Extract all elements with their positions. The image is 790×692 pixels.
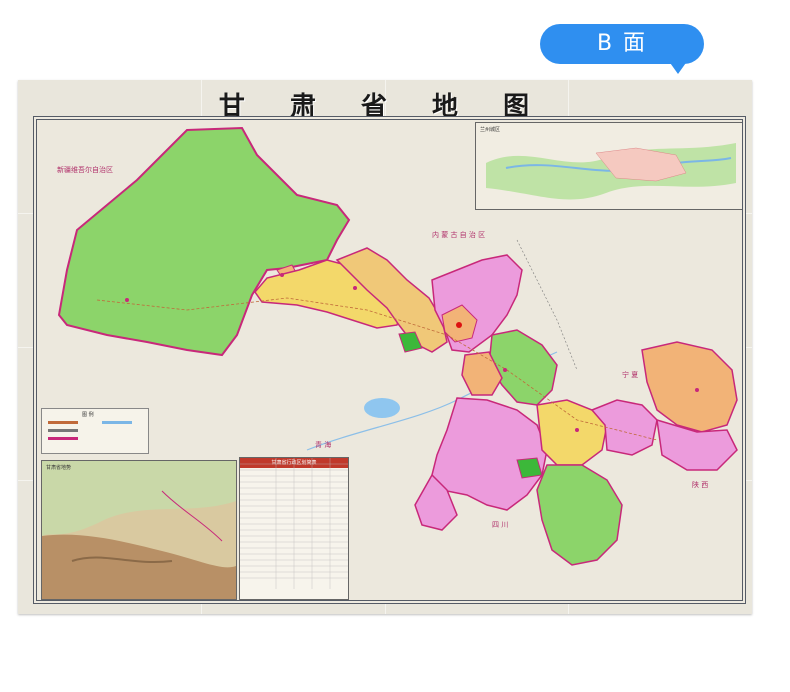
qinghai-lake bbox=[364, 398, 400, 418]
relief-title: 甘肃省地势 bbox=[46, 465, 72, 471]
city-dot bbox=[695, 388, 699, 392]
map-frame: 新疆维吾尔自治区 内 蒙 古 自 治 区 青 海 四 川 陕 西 宁 夏 兰州城… bbox=[33, 116, 746, 604]
label-ningxia: 宁 夏 bbox=[622, 371, 639, 379]
city-dot bbox=[280, 273, 284, 277]
legend-swatch bbox=[102, 421, 132, 424]
city-map-title: 兰州城区 bbox=[480, 127, 501, 133]
inset-legend: 图 例 bbox=[41, 408, 149, 454]
inset-admin-table: 甘肃省行政区划简表 bbox=[239, 457, 349, 600]
side-badge: B 面 bbox=[540, 24, 704, 64]
capital-dot bbox=[456, 322, 462, 328]
city-dot bbox=[575, 428, 579, 432]
inset-relief: 甘肃省地势 bbox=[41, 460, 237, 600]
region-enclave bbox=[516, 457, 543, 479]
label-sichuan: 四 川 bbox=[492, 521, 509, 529]
city-dot bbox=[353, 286, 357, 290]
legend-swatch bbox=[48, 437, 78, 440]
label-xinjiang: 新疆维吾尔自治区 bbox=[57, 166, 113, 174]
inset-city-map: 兰州城区 bbox=[475, 122, 742, 210]
admin-table-rows bbox=[240, 458, 348, 589]
city-dot bbox=[125, 298, 129, 302]
city-dot bbox=[503, 368, 507, 372]
label-shaanxi: 陕 西 bbox=[692, 481, 709, 489]
map-sheet: 甘 肃 省 地 图 新疆维吾尔自治区 内 蒙 古 自 治 区 青 海 四 川 陕… bbox=[18, 80, 752, 614]
legend-swatch bbox=[48, 429, 78, 432]
map-title: 甘 肃 省 地 图 bbox=[218, 92, 548, 122]
relief-map-drawing bbox=[42, 461, 236, 599]
legend-swatch bbox=[48, 421, 78, 424]
legend-title: 图 例 bbox=[82, 412, 94, 418]
city-map-drawing bbox=[476, 123, 742, 209]
badge-tail bbox=[668, 60, 688, 74]
label-neimenggu: 内 蒙 古 自 治 区 bbox=[432, 231, 486, 239]
label-qinghai: 青 海 bbox=[315, 441, 332, 449]
